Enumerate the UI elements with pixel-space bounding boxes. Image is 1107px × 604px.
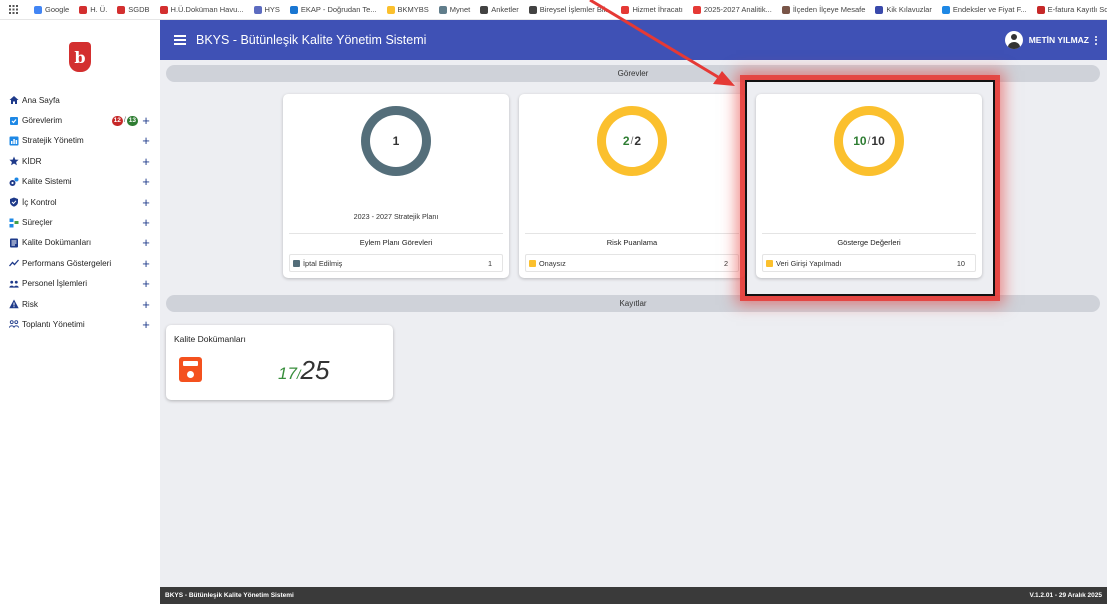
footer-version: V.1.2.01 - 29 Aralık 2025 (1029, 592, 1102, 599)
footer: BKYS - Bütünleşik Kalite Yönetim Sistemi… (160, 587, 1107, 604)
footer-app-name: BKYS - Bütünleşik Kalite Yönetim Sistemi (165, 592, 294, 599)
annotation-arrow (589, 0, 735, 86)
